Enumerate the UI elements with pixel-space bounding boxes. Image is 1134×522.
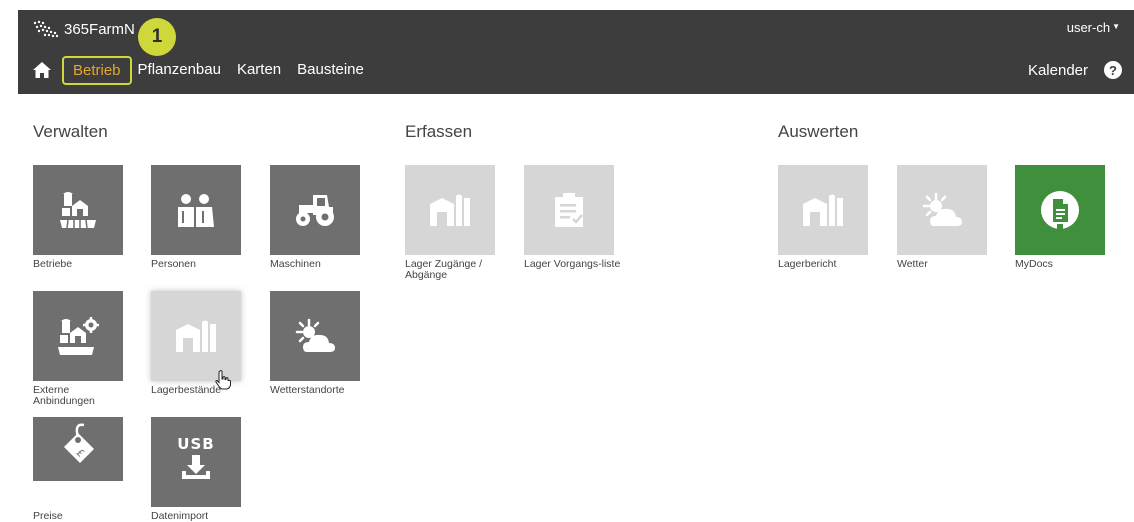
step-callout: 1 — [138, 18, 176, 56]
tile-externe-anbindungen[interactable]: Externe Anbindungen — [33, 291, 145, 407]
section-auswerten: Auswerten — [778, 122, 859, 141]
svg-text:USB: USB — [177, 435, 214, 453]
nav-pflanzenbau[interactable]: Pflanzenbau — [138, 56, 221, 84]
tile-box — [1015, 165, 1105, 255]
usb-download-icon: USB — [177, 435, 214, 479]
tile-label: Betriebe — [33, 258, 73, 270]
document-icon — [1041, 191, 1079, 232]
top-bar: 365FarmN user-ch ▼ Betrieb Pflanzenbau Ka… — [18, 10, 1134, 94]
sun-cloud-icon — [295, 318, 335, 352]
farm-logo-icon — [33, 20, 59, 38]
tile-preise[interactable]: £ Preise — [33, 417, 145, 522]
tile-box — [405, 165, 495, 255]
tile-lagerbericht[interactable]: Lagerbericht — [778, 165, 890, 270]
home-button[interactable] — [30, 58, 54, 82]
tile-label: MyDocs — [1015, 258, 1053, 270]
tile-box — [270, 291, 360, 381]
user-menu[interactable]: user-ch ▼ — [1067, 20, 1120, 35]
tile-box — [151, 291, 241, 381]
farm-settings-icon — [58, 317, 99, 355]
right-nav: Kalender ? — [1028, 56, 1122, 84]
clipboard-check-icon — [555, 193, 583, 227]
hand-cursor-icon — [215, 370, 231, 390]
tile-box — [524, 165, 614, 255]
tile-label: Wetterstandorte — [270, 384, 345, 396]
tile-box: £ — [33, 417, 123, 481]
tile-label: Maschinen — [270, 258, 321, 270]
tile-datenimport[interactable]: USB Datenimport — [151, 417, 263, 522]
tile-wetter[interactable]: Wetter — [897, 165, 1009, 270]
tile-label: Lager Zugänge / Abgänge — [405, 258, 483, 281]
help-button[interactable]: ? — [1104, 61, 1122, 79]
tile-lager-vorgangsliste[interactable]: Lager Vorgangs-liste — [524, 165, 636, 270]
tile-label: Personen — [151, 258, 196, 270]
nav-kalender[interactable]: Kalender — [1028, 62, 1088, 79]
main-nav: Betrieb Pflanzenbau Karten Bausteine — [30, 55, 380, 85]
tile-label: Lagerbestände — [151, 384, 222, 396]
tile-mydocs[interactable]: MyDocs — [1015, 165, 1127, 270]
section-erfassen: Erfassen — [405, 122, 473, 141]
tile-label: Preise — [33, 510, 63, 522]
tractor-icon — [296, 195, 334, 226]
tile-label: Lagerbericht — [778, 258, 837, 270]
user-name: user-ch — [1066, 20, 1111, 35]
caret-down-icon: ▼ — [1112, 22, 1120, 31]
tile-betriebe[interactable]: Betriebe — [33, 165, 145, 270]
section-verwalten: Verwalten — [33, 122, 108, 141]
tile-label: Wetter — [897, 258, 928, 270]
nav-karten[interactable]: Karten — [237, 56, 281, 84]
tile-box — [270, 165, 360, 255]
tile-box — [33, 165, 123, 255]
nav-bausteine[interactable]: Bausteine — [297, 56, 364, 84]
nav-betrieb[interactable]: Betrieb — [62, 55, 132, 85]
tile-box — [897, 165, 987, 255]
home-icon — [33, 62, 51, 78]
people-icon — [178, 194, 214, 227]
sun-cloud-icon — [922, 192, 962, 226]
farm-buildings-icon — [60, 192, 96, 228]
tile-wetterstandorte[interactable]: Wetterstandorte — [270, 291, 382, 396]
price-tag-icon: £ — [64, 423, 94, 463]
tile-lager-zugaenge[interactable]: Lager Zugänge / Abgänge — [405, 165, 517, 281]
silo-icon — [803, 194, 843, 226]
tile-box — [151, 165, 241, 255]
tile-personen[interactable]: Personen — [151, 165, 263, 270]
silo-icon — [176, 320, 216, 352]
tile-label: Lager Vorgangs-liste — [524, 258, 621, 270]
silo-icon — [430, 194, 470, 226]
tile-lagerbestaende[interactable]: Lagerbestände — [151, 291, 263, 396]
tile-maschinen[interactable]: Maschinen — [270, 165, 382, 270]
tile-label: Datenimport — [151, 510, 209, 522]
tile-box — [33, 291, 123, 381]
app-logo[interactable]: 365FarmN — [32, 18, 135, 40]
logo-text: 365FarmN — [64, 20, 135, 38]
tile-box: USB — [151, 417, 241, 507]
tile-box — [778, 165, 868, 255]
tile-label: Externe Anbindungen — [33, 384, 95, 407]
